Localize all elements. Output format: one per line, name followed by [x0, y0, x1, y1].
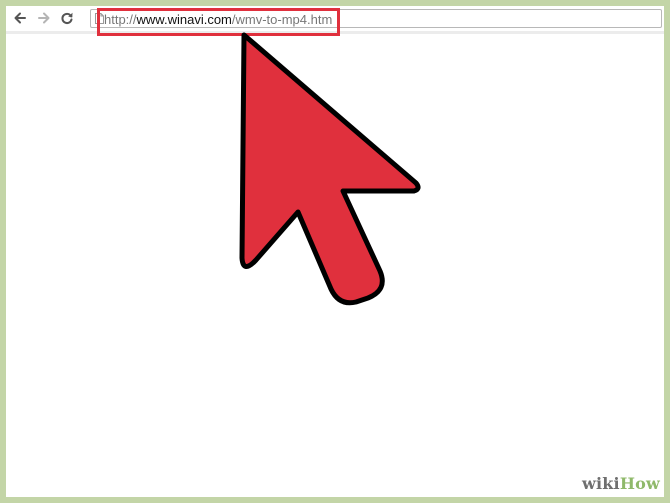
watermark-part-2: How [619, 474, 660, 493]
mouse-pointer-icon [239, 32, 421, 306]
wikihow-watermark: wikiHow [582, 474, 660, 493]
watermark-part-1: wiki [582, 474, 620, 493]
